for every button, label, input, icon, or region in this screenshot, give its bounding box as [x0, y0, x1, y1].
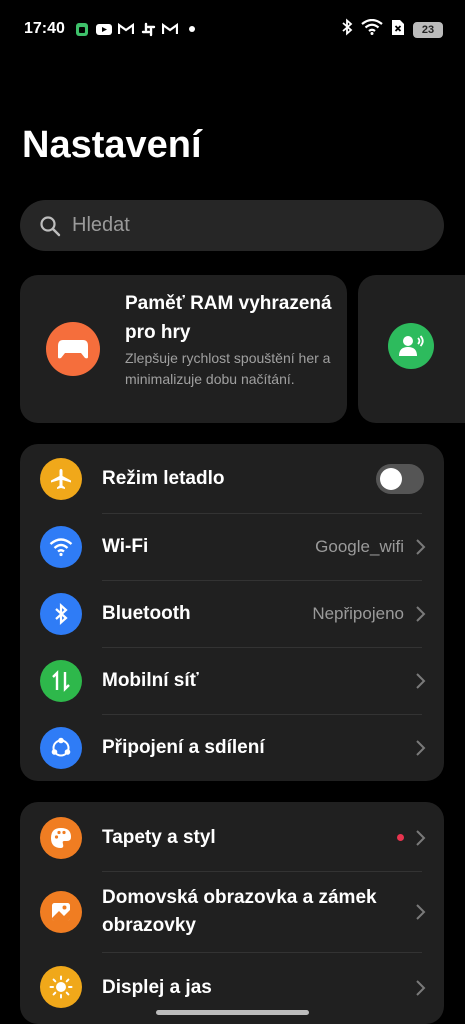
promo-title: Paměť RAM vyhrazená pro hry — [125, 293, 332, 343]
mobile-data-icon — [40, 660, 82, 702]
settings-row-airplane-mode[interactable]: Režim letadlo — [20, 444, 444, 514]
dot-icon — [184, 21, 200, 37]
chevron-right-icon — [416, 539, 426, 555]
settings-row-wallpaper-style[interactable]: Tapety a styl — [20, 802, 444, 871]
settings-row-wifi[interactable]: Wi-Fi Google_wifi — [20, 514, 444, 581]
row-label: Tapety a styl — [102, 827, 216, 848]
no-sim-icon — [391, 19, 405, 41]
chevron-right-icon — [416, 980, 426, 996]
airplane-mode-toggle[interactable] — [376, 464, 424, 494]
youtube-icon — [96, 21, 112, 37]
toggle-knob — [380, 468, 402, 490]
gmail-icon — [162, 21, 178, 37]
row-label: Wi-Fi — [102, 536, 149, 557]
bluetooth-icon — [40, 593, 82, 635]
palette-icon — [40, 817, 82, 859]
gamepad-icon — [46, 322, 100, 376]
settings-row-home-lock-screen[interactable]: Domovská obrazovka a zámek obrazovky — [20, 872, 444, 952]
wifi-icon — [40, 526, 82, 568]
system-icons: 23 — [341, 18, 443, 41]
share-connection-icon — [40, 727, 82, 769]
search-bar[interactable]: Hledat — [20, 200, 444, 251]
promo-card-secondary[interactable] — [358, 275, 465, 423]
settings-row-bluetooth[interactable]: Bluetooth Nepřipojeno — [20, 581, 444, 648]
row-label: Režim letadlo — [102, 468, 225, 489]
airplane-icon — [40, 458, 82, 500]
promo-card-game-ram[interactable]: Paměť RAM vyhrazená pro hry Zlepšuje ryc… — [20, 275, 347, 423]
chevron-right-icon — [416, 606, 426, 622]
row-label: Bluetooth — [102, 603, 191, 624]
bluetooth-icon — [341, 18, 353, 41]
row-value: Google_wifi — [315, 537, 404, 556]
chevron-right-icon — [416, 673, 426, 689]
gmail-icon — [118, 21, 134, 37]
whatsapp-icon — [74, 21, 90, 37]
status-time: 17:40 — [24, 20, 65, 37]
page-title: Nastavení — [22, 124, 202, 166]
sun-icon — [40, 966, 82, 1008]
chevron-right-icon — [416, 904, 426, 920]
promo-description: Zlepšuje rychlost spouštění her a minima… — [125, 350, 331, 387]
wifi-icon — [361, 18, 383, 40]
settings-group-connectivity: Režim letadlo Wi-Fi Google_wifi Bluetoot… — [20, 444, 444, 781]
battery-indicator: 23 — [413, 21, 443, 38]
person-voice-icon — [388, 323, 434, 369]
row-label: Připojení a sdílení — [102, 737, 265, 758]
row-label: Mobilní síť — [102, 670, 199, 691]
settings-group-display: Tapety a styl Domovská obrazovka a zámek… — [20, 802, 444, 1024]
search-icon — [40, 215, 61, 236]
chevron-right-icon — [416, 830, 426, 846]
home-indicator[interactable] — [156, 1010, 309, 1015]
wallpaper-icon — [40, 891, 82, 933]
chevron-right-icon — [416, 740, 426, 756]
search-placeholder: Hledat — [72, 214, 130, 236]
settings-row-connection-sharing[interactable]: Připojení a sdílení — [20, 715, 444, 781]
notification-icons — [74, 21, 200, 37]
settings-row-mobile-network[interactable]: Mobilní síť — [20, 648, 444, 715]
row-label: Displej a jas — [102, 977, 212, 998]
row-label: Domovská obrazovka a zámek obrazovky — [102, 887, 377, 936]
row-value: Nepřipojeno — [312, 604, 404, 623]
notification-dot — [397, 834, 404, 841]
slack-icon — [140, 21, 156, 37]
status-bar: 17:40 23 — [0, 0, 465, 60]
